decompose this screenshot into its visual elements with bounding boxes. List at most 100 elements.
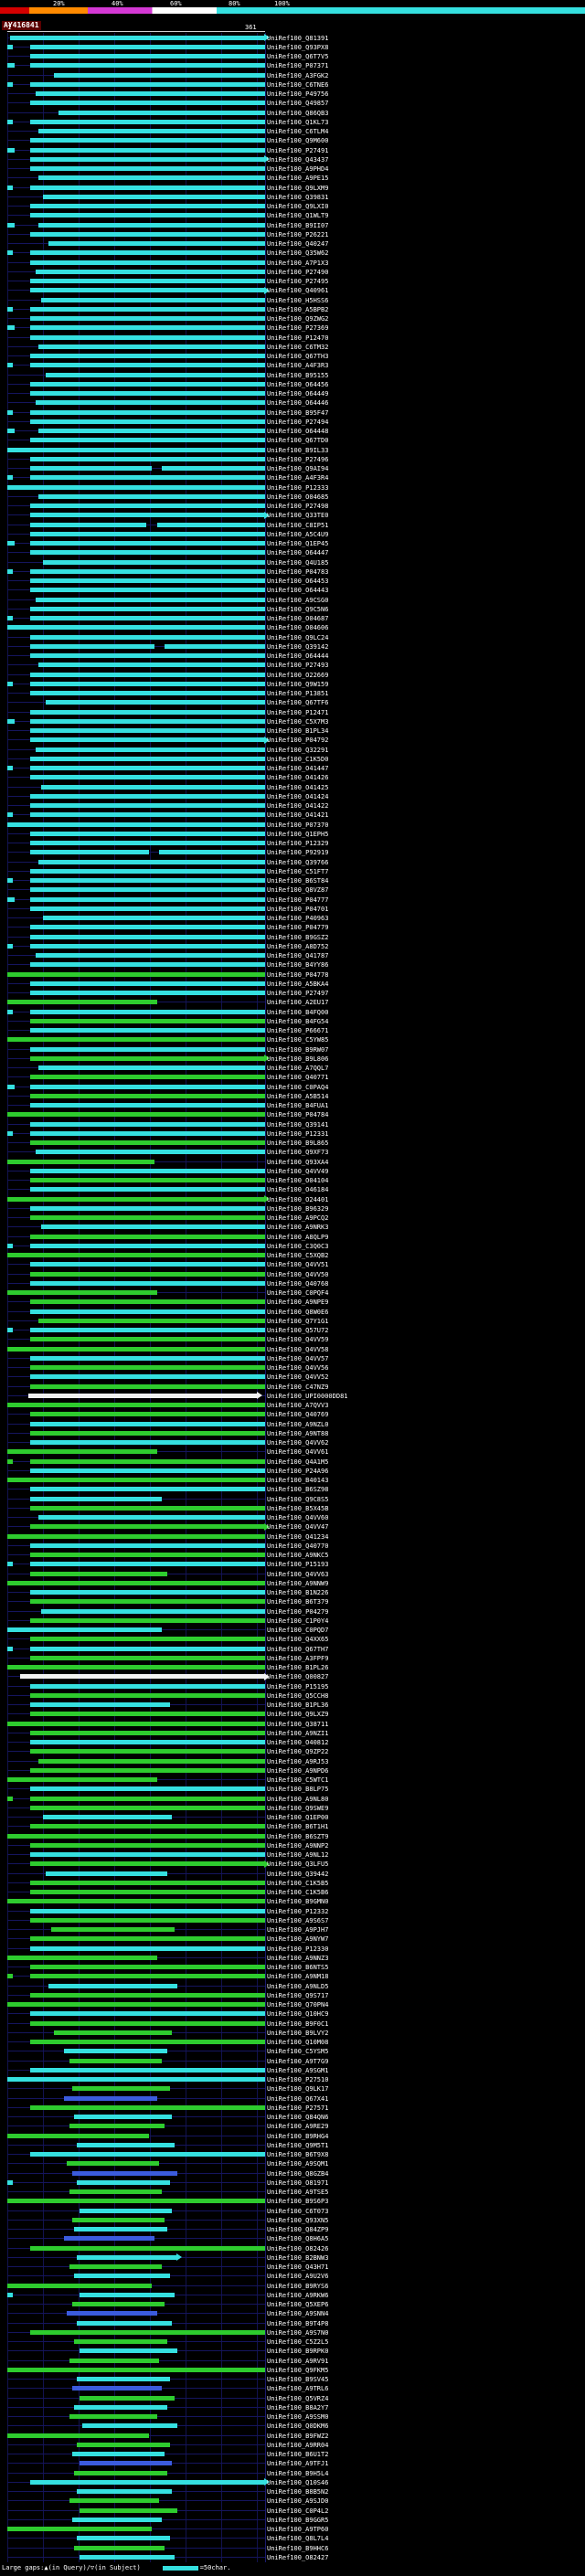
hsp-bar[interactable] [30,803,265,809]
hit-row[interactable]: UniRef100_C3Q0C3 [0,1241,585,1250]
hit-row[interactable]: UniRef100_Q40769 [0,1410,585,1419]
hit-label[interactable]: UniRef100_Q9ZWG2 [267,315,328,323]
hit-label[interactable]: UniRef100_P04784 [267,1111,328,1118]
hit-label[interactable]: UniRef100_A9PHD4 [267,165,328,173]
hit-label[interactable]: UniRef100_C0PQD7 [267,1627,328,1634]
hit-row[interactable]: UniRef100_A9SNN4 [0,2309,585,2318]
hit-row[interactable]: UniRef100_Q40771 [0,1073,585,1082]
hit-row[interactable]: UniRef100_C5Z2L5 [0,2337,585,2347]
hsp-bar[interactable] [30,1103,265,1108]
hit-row[interactable]: UniRef100_A9RR04 [0,2440,585,2449]
hit-label[interactable]: UniRef100_Q67X41 [267,2095,328,2103]
hit-row[interactable]: UniRef100_C5XQB2 [0,1251,585,1260]
hit-row[interactable]: UniRef100_P04779 [0,923,585,932]
hsp-bar[interactable] [30,1562,265,1567]
hsp-bar[interactable] [37,493,265,499]
hit-row[interactable]: UniRef100_A9RV91 [0,2356,585,2365]
hsp-bar[interactable] [37,1515,265,1521]
hit-row[interactable]: UniRef100_Q9M600 [0,136,585,145]
hsp-bar[interactable] [77,2320,173,2326]
hit-row[interactable]: UniRef100_O04687 [0,614,585,623]
hsp-bar[interactable] [30,1412,265,1417]
hit-row[interactable]: UniRef100_B9F0C1 [0,2019,585,2028]
hit-row[interactable]: UniRef100_A5B514 [0,1091,585,1100]
hit-row[interactable]: UniRef100_B9GSZ2 [0,932,585,941]
hsp-bar[interactable] [7,447,265,452]
hsp-bar[interactable] [30,1524,265,1530]
hsp-bar[interactable] [37,129,265,134]
hsp-bar[interactable] [48,1983,178,1988]
hsp-bar[interactable] [48,241,265,247]
hsp-bar[interactable] [7,1037,265,1043]
hsp-bar[interactable] [30,185,265,190]
hsp-bar[interactable] [7,766,13,771]
hit-label[interactable]: UniRef100_O41425 [267,784,328,791]
hit-row[interactable]: UniRef100_Q4VV56 [0,1363,585,1373]
hit-row[interactable]: UniRef100_Q8W0E6 [0,1307,585,1316]
hit-label[interactable]: UniRef100_B6SZT9 [267,1833,328,1840]
hsp-bar[interactable] [79,2461,173,2466]
hit-row[interactable]: UniRef100_P27494 [0,417,585,426]
hsp-bar[interactable] [30,381,265,387]
hit-row[interactable]: UniRef100_B9HHC6 [0,2543,585,2552]
hit-label[interactable]: UniRef100_A9NL80 [267,1796,328,1803]
hit-row[interactable]: UniRef100_B5X45B [0,1503,585,1512]
hit-label[interactable]: UniRef100_P04279 [267,1608,328,1616]
hit-label[interactable]: UniRef100_A4F3R3 [267,362,328,369]
hit-label[interactable]: UniRef100_Q9AI94 [267,465,328,472]
hsp-bar[interactable] [30,868,265,874]
hit-row[interactable]: UniRef100_H5HSS6 [0,295,585,304]
hsp-bar[interactable] [7,2002,265,2008]
hit-label[interactable]: UniRef100_Q4VV47 [267,1523,328,1531]
hit-row[interactable]: UniRef100_Q4A1M5 [0,1457,585,1466]
hsp-bar[interactable] [30,831,265,836]
hsp-bar[interactable] [30,1553,265,1558]
hit-label[interactable]: UniRef100_O04685 [267,493,328,501]
hit-row[interactable]: UniRef100_Q67TH3 [0,352,585,361]
hsp-bar[interactable] [37,175,265,181]
hit-row[interactable]: UniRef100_P04792 [0,736,585,745]
hsp-bar[interactable] [40,1608,265,1614]
hit-label[interactable]: UniRef100_B4FG54 [267,1018,328,1025]
hsp-bar[interactable] [71,2217,165,2222]
hit-label[interactable]: UniRef100_Q4VV61 [267,1448,328,1456]
hsp-bar[interactable] [30,1861,265,1867]
hsp-bar[interactable] [30,1309,265,1314]
hsp-bar[interactable] [7,2283,152,2288]
hsp-bar[interactable] [30,2152,265,2157]
hsp-bar[interactable] [30,147,265,153]
hit-label[interactable]: UniRef100_B9RHG4 [267,2133,328,2140]
hsp-bar[interactable] [30,981,265,986]
hsp-bar[interactable] [43,916,265,921]
hsp-bar[interactable] [156,522,265,527]
hit-label[interactable]: UniRef100_B6T1H1 [267,1823,328,1830]
hsp-bar[interactable] [30,1496,163,1501]
hsp-bar[interactable] [7,185,13,190]
hsp-bar[interactable] [30,54,265,59]
hit-label[interactable]: UniRef100_Q4VV57 [267,1355,328,1362]
hsp-bar[interactable] [30,1842,265,1848]
hsp-bar[interactable] [30,1075,265,1080]
hit-row[interactable]: UniRef100_A3FGK2 [0,70,585,80]
hsp-bar[interactable] [30,1965,265,1970]
hit-row[interactable]: UniRef100_Q9SWE9 [0,1803,585,1812]
hit-row[interactable]: UniRef100_O04606 [0,623,585,632]
hsp-bar[interactable] [7,1290,157,1296]
hit-row[interactable]: UniRef100_A9NPD6 [0,1765,585,1775]
hit-label[interactable]: UniRef100_C0PQF4 [267,1289,328,1297]
hit-row[interactable]: UniRef100_A9U2V6 [0,2272,585,2281]
hit-row[interactable]: UniRef100_B6T1H1 [0,1822,585,1831]
hsp-bar[interactable] [30,1646,265,1651]
hsp-bar[interactable] [69,2498,160,2504]
hsp-bar[interactable] [7,1458,13,1464]
hit-label[interactable]: UniRef100_A8QLP9 [267,1234,328,1241]
hit-label[interactable]: UniRef100_Q40768 [267,1280,328,1288]
hsp-bar[interactable] [50,1927,176,1933]
hsp-bar[interactable] [7,1796,13,1801]
hsp-bar[interactable] [30,1749,265,1754]
hsp-bar[interactable] [9,35,265,40]
hit-label[interactable]: UniRef100_Q8GZB4 [267,2170,328,2178]
hit-row[interactable]: UniRef100_A9NZI1 [0,1728,585,1737]
hit-label[interactable]: UniRef100_Q40770 [267,1542,328,1550]
hsp-bar[interactable] [30,793,265,799]
